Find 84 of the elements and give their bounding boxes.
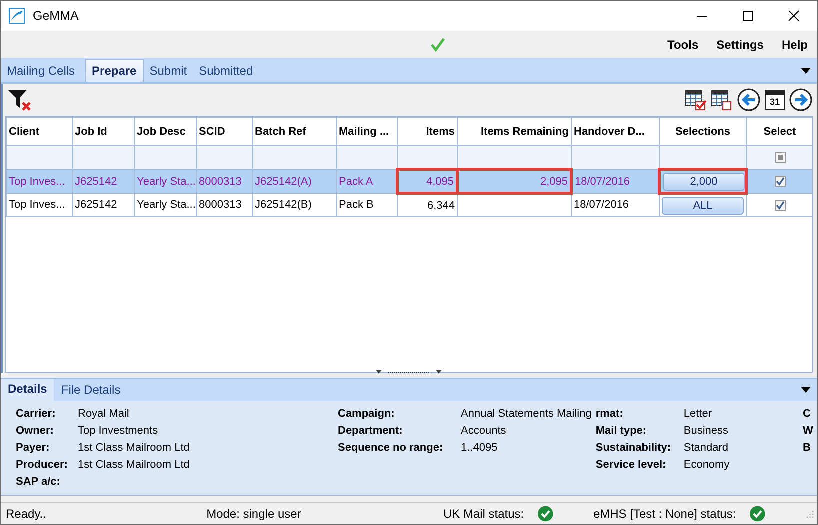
field-label: Payer: <box>16 442 51 456</box>
table-cell: 4,095 <box>398 170 458 194</box>
field-value: Royal Mail <box>78 408 130 422</box>
table-cell: 18/07/2016 <box>572 194 660 216</box>
tab[interactable]: Details <box>1 379 54 401</box>
select-all-checkbox[interactable] <box>774 152 786 164</box>
tab[interactable]: Submitted <box>193 60 260 82</box>
field-value: Business <box>684 425 730 439</box>
app-logo-icon <box>9 8 25 24</box>
selection-button[interactable]: ALL <box>662 196 744 214</box>
field-value: Annual Statements Mailing <box>461 408 592 422</box>
field-value: 1..4095 <box>461 442 499 456</box>
service-status-label: eMHS [Test : None] status: <box>593 506 736 520</box>
field-label: Sequence no range: <box>338 442 444 456</box>
field-value: 1st Class Mailroom Ltd <box>78 442 191 456</box>
table-cell: Pack A <box>336 170 398 194</box>
column-header[interactable]: Selections <box>660 118 746 146</box>
column-header[interactable]: Items Remaining <box>458 118 572 146</box>
table-cell: Top Inves... <box>6 194 72 216</box>
table-cell: 8000313 <box>196 170 252 194</box>
field-label: Department: <box>338 425 404 439</box>
resize-grip-icon[interactable] <box>805 508 815 518</box>
table-cell: Pack B <box>336 194 398 216</box>
column-header[interactable]: Job Id <box>72 118 134 146</box>
field-label: Carrier: <box>16 408 57 422</box>
close-icon[interactable] <box>788 10 800 22</box>
selection-button[interactable]: 2,000 <box>663 172 744 190</box>
dropdown-arrow-icon[interactable] <box>801 68 811 74</box>
table-cell: J625142(B) <box>252 194 336 216</box>
tab[interactable]: Submit <box>144 60 194 82</box>
field-value: Top Investments <box>78 425 160 439</box>
table-cell: 2,095 <box>458 170 572 194</box>
column-header[interactable]: Items <box>398 118 458 146</box>
field-label: Producer: <box>16 459 69 473</box>
field-label: W <box>803 425 814 439</box>
status-message: Ready.. <box>6 506 48 520</box>
maximize-icon[interactable] <box>742 10 754 22</box>
dropdown-arrow-icon[interactable] <box>801 387 811 393</box>
field-label: Service level: <box>596 459 668 473</box>
field-label: B <box>803 442 812 456</box>
menu-item[interactable]: Settings <box>708 38 773 52</box>
window-title: GeMMA <box>33 9 79 23</box>
table-cell: J625142 <box>72 170 134 194</box>
column-header[interactable]: Client <box>6 118 72 146</box>
deselect-all-grid-icon[interactable] <box>711 89 733 111</box>
row-checkbox[interactable] <box>775 176 786 188</box>
row-checkbox[interactable] <box>774 200 786 211</box>
service-status-label: UK Mail status: <box>443 506 524 520</box>
select-all-grid-icon[interactable] <box>685 89 707 111</box>
field-value: Letter <box>684 408 713 422</box>
menu-item[interactable]: Tools <box>658 38 708 52</box>
field-label: Campaign: <box>338 408 396 422</box>
table-cell: 18/07/2016 <box>572 170 660 194</box>
field-label: Sustainability: <box>596 442 672 456</box>
field-value: Economy <box>684 459 730 473</box>
field-value: Accounts <box>461 425 508 439</box>
table-cell: 6,344 <box>398 194 458 216</box>
column-header[interactable]: Job Desc <box>134 118 196 146</box>
field-value: 1st Class Mailroom Ltd <box>78 459 191 473</box>
table-cell: 8000313 <box>196 194 252 216</box>
tab[interactable]: Mailing Cells <box>1 60 82 82</box>
calendar-icon[interactable]: 31 <box>765 90 785 110</box>
mode-status: Mode: single user <box>206 506 302 520</box>
field-value: Standard <box>684 442 730 456</box>
column-header[interactable]: SCID <box>196 118 252 146</box>
field-label: Mail type: <box>596 425 648 439</box>
column-header[interactable]: Handover D... <box>572 118 660 146</box>
tab[interactable]: Prepare <box>85 59 144 82</box>
column-header[interactable]: Select <box>746 118 812 146</box>
tab[interactable]: File Details <box>54 380 128 400</box>
table-cell: Top Inves... <box>6 170 72 194</box>
table-cell: J625142 <box>72 194 134 216</box>
table-cell: Yearly Sta... <box>134 194 196 216</box>
clear-filter-icon[interactable] <box>7 88 33 112</box>
field-label: Owner: <box>16 425 55 439</box>
column-header[interactable]: Batch Ref <box>252 118 336 146</box>
field-label: SAP a/c: <box>16 476 62 490</box>
field-label: rmat: <box>596 408 624 422</box>
table-cell: Yearly Sta... <box>134 170 196 194</box>
column-header[interactable]: Mailing ... <box>336 118 398 146</box>
field-label: C <box>803 408 812 422</box>
splitter-handle-icon[interactable] <box>376 370 442 376</box>
menu-item[interactable]: Help <box>772 38 817 52</box>
table-cell: J625142(A) <box>252 170 336 194</box>
